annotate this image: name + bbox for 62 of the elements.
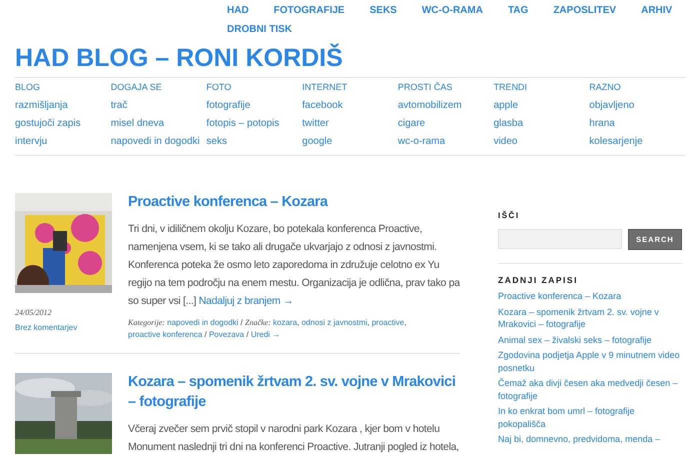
recent-post-link[interactable]: Naj bi, domnevno, predvidoma, menda –: [498, 432, 683, 448]
menu-link[interactable]: apple: [494, 97, 590, 115]
menu-link[interactable]: intervju: [15, 133, 111, 151]
post-keyword-link[interactable]: odnosi z javnostmi: [301, 318, 368, 327]
post-keyword-link[interactable]: proactive konferenca: [128, 330, 202, 339]
menu-link[interactable]: video: [494, 133, 590, 151]
recent-post-link[interactable]: Kozara – spomenik žrtvam 2. sv. vojne v Mrakovici – fotografije: [498, 304, 683, 332]
nav-link[interactable]: TAG: [508, 3, 528, 19]
menu-link[interactable]: glasba: [494, 115, 590, 133]
site-title[interactable]: HAD BLOG – RONI KORDIŠ: [15, 43, 685, 73]
nav-link[interactable]: FOTOGRAFIJE: [274, 3, 345, 19]
post-excerpt: Tri dni, v idiličnem okolju Kozare, bo potekala konferenca Proactive, namenjena vsem, ki se tako ali drugače ukvarjajo z odnosi z javnostmi. Konferenca poteka že osmo leto zaporedoma in združuje celotno ex Yu regijo na tem področju na enem mestu. Organizacija je odlična, prav tako pa so super vsi [...] Nadaljuj z branjem →: [128, 222, 460, 309]
menu-link[interactable]: objavljeno: [589, 97, 685, 115]
menu-link[interactable]: twitter: [302, 115, 398, 133]
post-meta: Kategorije: napovedi in dogodki / Značke: kozara, odnosi z javnostmi, proactive, proactive konferenca / Povezava / Uredi →: [128, 317, 408, 341]
nav-link[interactable]: HAD: [227, 3, 249, 19]
menu-link[interactable]: hrana: [589, 115, 685, 133]
menu-heading[interactable]: TRENDI: [494, 81, 590, 97]
comments-link[interactable]: Brez komentarjev: [15, 322, 112, 334]
menu-link[interactable]: razmišljanja: [15, 97, 111, 115]
post-title[interactable]: Proactive konferenca – Kozara: [128, 192, 460, 212]
post-keyword-link[interactable]: proactive: [372, 318, 404, 327]
menu-link[interactable]: avtomobilizem: [398, 97, 494, 115]
recent-post-link[interactable]: In ko enkrat bom umrl – fotografije pokopališča: [498, 404, 683, 432]
post-keyword-link[interactable]: kozara: [273, 318, 298, 327]
read-more-link[interactable]: Nadaljuj z branjem →: [198, 295, 294, 307]
category-link[interactable]: napovedi in dogodki: [167, 318, 238, 327]
post-link[interactable]: Uredi →: [250, 330, 280, 339]
post-date: 24/05/2012: [15, 307, 52, 319]
menu-heading[interactable]: DOGAJA SE: [110, 81, 206, 97]
menu-link[interactable]: fotopis – potopis: [206, 115, 302, 133]
menu-link[interactable]: cigare: [398, 115, 494, 133]
recent-post-link[interactable]: Čemaž aka divji česen aka medvedji česen – fotografije: [498, 376, 683, 404]
search-heading: IŠČI: [498, 210, 521, 222]
nav-link[interactable]: SEKS: [370, 3, 397, 19]
menu-heading[interactable]: PROSTI ČAS: [398, 81, 494, 97]
menu-heading[interactable]: INTERNET: [302, 81, 398, 97]
menu-link[interactable]: fotografije: [206, 97, 302, 115]
menu-link[interactable]: facebook: [302, 97, 398, 115]
menu-link[interactable]: kolesarjenje: [589, 133, 685, 151]
menu-link[interactable]: seks: [206, 133, 302, 151]
menu-heading[interactable]: FOTO: [206, 81, 302, 97]
search-field[interactable]: [498, 229, 622, 249]
menu-link[interactable]: trač: [110, 97, 206, 115]
post-excerpt: Včeraj zvečer sem prvič stopil v narodni park Kozara , kjer bom v hotelu Monument naslednji tri dni na konferenci Proactive. Jutranji pogled iz hotela,: [128, 422, 460, 455]
menu-heading[interactable]: RAZNO: [589, 81, 685, 97]
menu-link[interactable]: gostujoči zapis: [15, 115, 111, 133]
menu-link[interactable]: misel dneva: [110, 115, 206, 133]
recent-post-link[interactable]: Animal sex – živalski seks – fotografije: [498, 332, 683, 348]
menu-link[interactable]: napovedi in dogodki: [110, 133, 206, 151]
menu-link[interactable]: wc-o-rama: [398, 133, 494, 151]
nav-link[interactable]: ARHIV: [641, 3, 672, 19]
nav-link[interactable]: ZAPOSLITEV: [553, 3, 616, 19]
nav-link[interactable]: DROBNI TISK: [227, 22, 292, 38]
recent-posts-heading: ZADNJI ZAPISI: [498, 274, 579, 287]
post-link[interactable]: Povezava: [208, 330, 244, 339]
menu-heading[interactable]: BLOG: [15, 81, 111, 97]
nav-link[interactable]: WC-O-RAMA: [422, 3, 483, 19]
recent-post-link[interactable]: Zgodovina podjetja Apple v 9 minutnem video posnetku: [498, 348, 683, 376]
recent-post-link[interactable]: Proactive konferenca – Kozara: [498, 288, 683, 304]
post-title[interactable]: Kozara – spomenik žrtvam 2. sv. vojne v Mrakovici – fotografije: [128, 372, 460, 412]
menu-link[interactable]: google: [302, 133, 398, 151]
